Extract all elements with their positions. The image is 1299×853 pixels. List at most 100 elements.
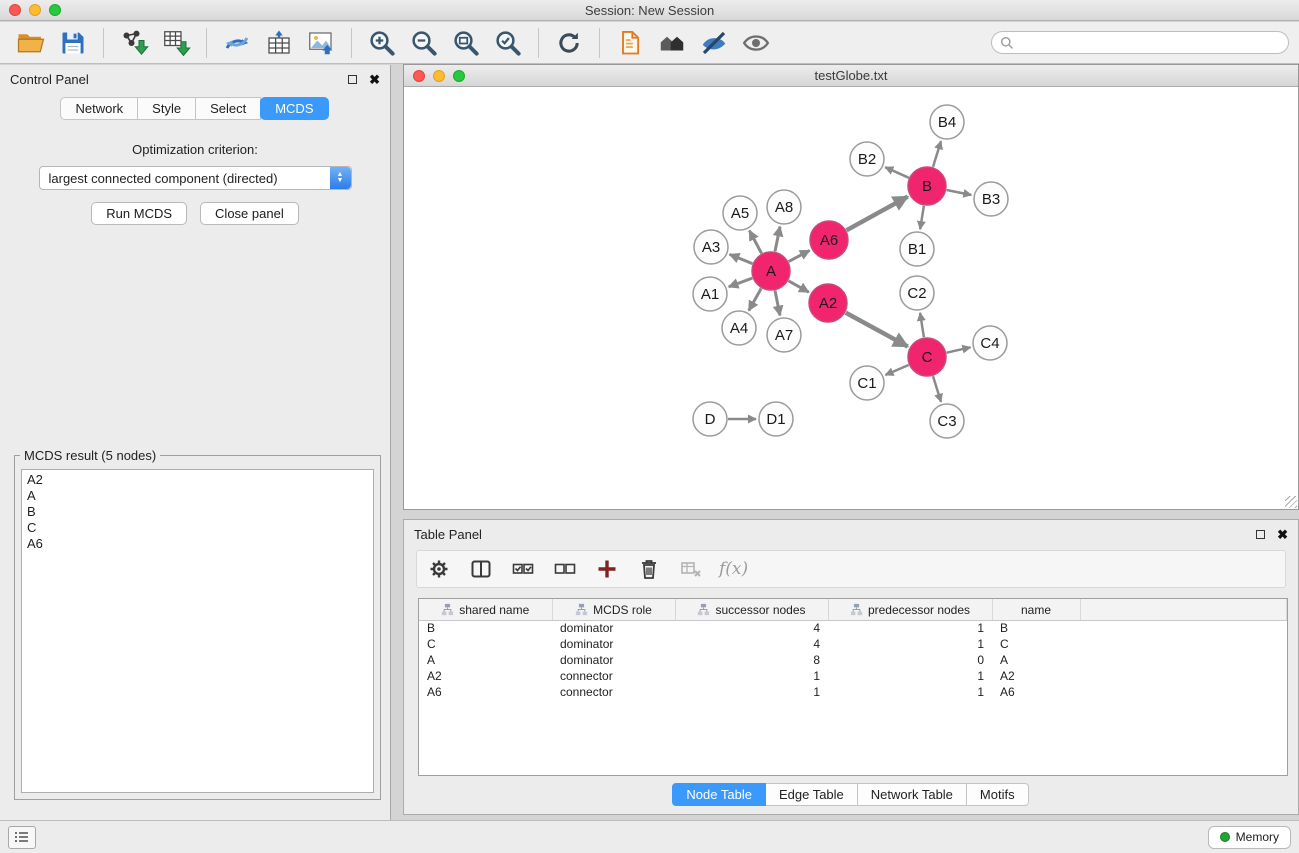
session-document-icon[interactable] [612, 26, 648, 60]
tab-node-table[interactable]: Node Table [672, 783, 766, 806]
graph-edge-A2-C[interactable] [846, 313, 908, 347]
table-cell[interactable]: connector [552, 668, 675, 684]
table-cell[interactable]: A6 [992, 684, 1080, 700]
close-panel-icon[interactable]: ✖ [369, 73, 380, 86]
graph-edge-A-A2[interactable] [788, 281, 808, 292]
search-field[interactable] [991, 31, 1289, 54]
graph-node-D1[interactable]: D1 [759, 402, 793, 436]
window-resize-grip[interactable] [1285, 496, 1297, 508]
tab-network[interactable]: Network [60, 97, 138, 120]
table-cell[interactable]: C [419, 636, 552, 652]
graph-node-C3[interactable]: C3 [930, 404, 964, 438]
delete-column-trash-icon[interactable] [635, 555, 663, 583]
task-history-button[interactable] [8, 826, 36, 849]
graph-edge-B-B4[interactable] [933, 141, 941, 167]
graph-edge-A-A3[interactable] [730, 254, 753, 263]
export-image-icon[interactable] [303, 26, 339, 60]
graph-node-B1[interactable]: B1 [900, 232, 934, 266]
import-network-icon[interactable] [116, 26, 152, 60]
graph-node-B[interactable]: B [908, 167, 946, 205]
zoom-out-icon[interactable] [406, 26, 442, 60]
table-cell[interactable]: 1 [828, 684, 992, 700]
float-panel-icon[interactable] [348, 75, 357, 84]
graph-edge-C-C2[interactable] [920, 313, 924, 337]
table-cell[interactable]: 1 [675, 684, 828, 700]
graph-node-A7[interactable]: A7 [767, 318, 801, 352]
tab-select[interactable]: Select [195, 97, 261, 120]
table-cell[interactable]: 1 [675, 668, 828, 684]
tab-network-table[interactable]: Network Table [857, 783, 967, 806]
deselect-all-columns-icon[interactable] [551, 555, 579, 583]
graph-node-A5[interactable]: A5 [723, 196, 757, 230]
table-cell[interactable]: connector [552, 684, 675, 700]
graph-edge-A-A7[interactable] [775, 291, 780, 316]
graph-node-C4[interactable]: C4 [973, 326, 1007, 360]
zoom-selected-icon[interactable] [490, 26, 526, 60]
tab-motifs[interactable]: Motifs [966, 783, 1029, 806]
zoom-fit-icon[interactable] [448, 26, 484, 60]
mcds-result-item[interactable]: C [27, 520, 368, 536]
graph-edge-A-A8[interactable] [775, 227, 780, 252]
table-row[interactable]: Bdominator41B [419, 620, 1287, 636]
minimize-network-window-button[interactable] [433, 70, 445, 82]
float-table-panel-icon[interactable] [1256, 530, 1265, 539]
zoom-in-icon[interactable] [364, 26, 400, 60]
table-cell[interactable]: 8 [675, 652, 828, 668]
mcds-result-item[interactable]: A [27, 488, 368, 504]
table-cell[interactable]: dominator [552, 620, 675, 636]
column-header-predecessor-nodes[interactable]: predecessor nodes [828, 599, 992, 620]
table-cell[interactable]: 1 [828, 636, 992, 652]
graph-node-A2[interactable]: A2 [809, 284, 847, 322]
table-cell[interactable]: A2 [992, 668, 1080, 684]
graph-node-C1[interactable]: C1 [850, 366, 884, 400]
new-table-icon[interactable] [261, 26, 297, 60]
table-cell[interactable]: dominator [552, 652, 675, 668]
table-cell[interactable]: C [992, 636, 1080, 652]
graph-edge-B-B1[interactable] [920, 206, 924, 229]
graph-edge-B-B3[interactable] [947, 190, 972, 195]
column-header-name[interactable]: name [992, 599, 1080, 620]
graph-edge-A-A5[interactable] [749, 231, 761, 254]
graph-node-A3[interactable]: A3 [694, 230, 728, 264]
graph-node-A[interactable]: A [752, 252, 790, 290]
graph-edge-C-C1[interactable] [885, 365, 908, 375]
graph-node-A4[interactable]: A4 [722, 311, 756, 345]
graph-edge-B-B2[interactable] [885, 167, 909, 178]
graph-edge-A-A1[interactable] [729, 278, 753, 287]
graph-edge-A-A6[interactable] [789, 250, 810, 261]
new-network-icon[interactable] [219, 26, 255, 60]
table-cell[interactable]: A [992, 652, 1080, 668]
network-graph[interactable]: AA1A2A3A4A5A6A7A8BB1B2B3B4CC1C2C3C4DD1 [404, 88, 1298, 510]
graph-node-B2[interactable]: B2 [850, 142, 884, 176]
table-cell[interactable]: 0 [828, 652, 992, 668]
mcds-result-item[interactable]: A6 [27, 536, 368, 552]
column-header-mcds-role[interactable]: MCDS role [552, 599, 675, 620]
create-column-plus-icon[interactable] [593, 555, 621, 583]
tab-mcds[interactable]: MCDS [260, 97, 328, 120]
network-canvas[interactable]: AA1A2A3A4A5A6A7A8BB1B2B3B4CC1C2C3C4DD1 [404, 88, 1298, 509]
graph-node-A8[interactable]: A8 [767, 190, 801, 224]
optimization-criterion-select[interactable]: largest connected component (directed) ▲… [39, 166, 352, 190]
memory-button[interactable]: Memory [1208, 826, 1291, 849]
search-input[interactable] [1018, 36, 1280, 50]
graph-node-C[interactable]: C [908, 338, 946, 376]
table-cell[interactable]: B [419, 620, 552, 636]
graph-node-D[interactable]: D [693, 402, 727, 436]
graph-node-B4[interactable]: B4 [930, 105, 964, 139]
column-header-shared-name[interactable]: shared name [419, 599, 552, 620]
table-row[interactable]: Adominator80A [419, 652, 1287, 668]
save-session-icon[interactable] [55, 26, 91, 60]
show-columns-icon[interactable] [467, 555, 495, 583]
table-cell[interactable]: 1 [828, 668, 992, 684]
mcds-result-item[interactable]: B [27, 504, 368, 520]
table-row[interactable]: A2connector11A2 [419, 668, 1287, 684]
table-cell[interactable]: B [992, 620, 1080, 636]
graph-edge-C-C3[interactable] [933, 376, 941, 402]
table-row[interactable]: A6connector11A6 [419, 684, 1287, 700]
tab-style[interactable]: Style [137, 97, 196, 120]
mcds-result-list[interactable]: A2ABCA6 [21, 469, 374, 793]
graph-node-A6[interactable]: A6 [810, 221, 848, 259]
graph-edge-C-C4[interactable] [947, 347, 971, 352]
table-cell[interactable]: A2 [419, 668, 552, 684]
zoom-network-window-button[interactable] [453, 70, 465, 82]
